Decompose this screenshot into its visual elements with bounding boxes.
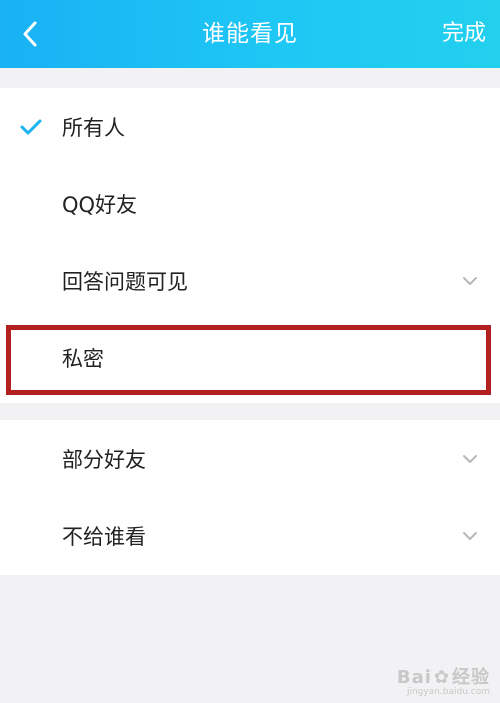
watermark-brand-left: Bai	[396, 667, 432, 688]
option-label: 所有人	[62, 115, 125, 140]
watermark-sub: jingyan.baidu.com	[406, 687, 490, 697]
option-label: 私密	[62, 346, 104, 371]
option-hide-from[interactable]: 不给谁看	[0, 497, 500, 574]
option-label: 回答问题可见	[62, 269, 188, 294]
option-qq-friends[interactable]: QQ好友	[0, 165, 500, 242]
option-everyone[interactable]: 所有人	[0, 88, 500, 165]
option-label: 部分好友	[62, 447, 146, 472]
back-button[interactable]	[0, 0, 60, 68]
paw-icon: ✿	[433, 667, 450, 688]
visibility-options-group-2: 部分好友 不给谁看	[0, 420, 500, 575]
option-label: QQ好友	[62, 192, 138, 217]
option-answer-question[interactable]: 回答问题可见	[0, 242, 500, 319]
option-private[interactable]: 私密	[0, 319, 500, 396]
page-title: 谁能看见	[202, 21, 298, 47]
visibility-options-group: 所有人 QQ好友 回答问题可见 私密	[0, 88, 500, 403]
back-arrow-icon	[23, 21, 37, 47]
option-some-friends[interactable]: 部分好友	[0, 420, 500, 497]
done-button[interactable]: 完成	[442, 0, 486, 68]
option-label: 不给谁看	[62, 524, 146, 549]
watermark-brand-right: 经验	[452, 667, 490, 688]
chevron-down-icon	[463, 531, 477, 540]
checkmark-icon	[20, 119, 42, 134]
chevron-down-icon	[463, 276, 477, 285]
nav-bar: 谁能看见 完成	[0, 0, 500, 68]
baidu-watermark: Bai ✿ 经验 jingyan.baidu.com	[397, 663, 490, 697]
chevron-down-icon	[463, 454, 477, 463]
